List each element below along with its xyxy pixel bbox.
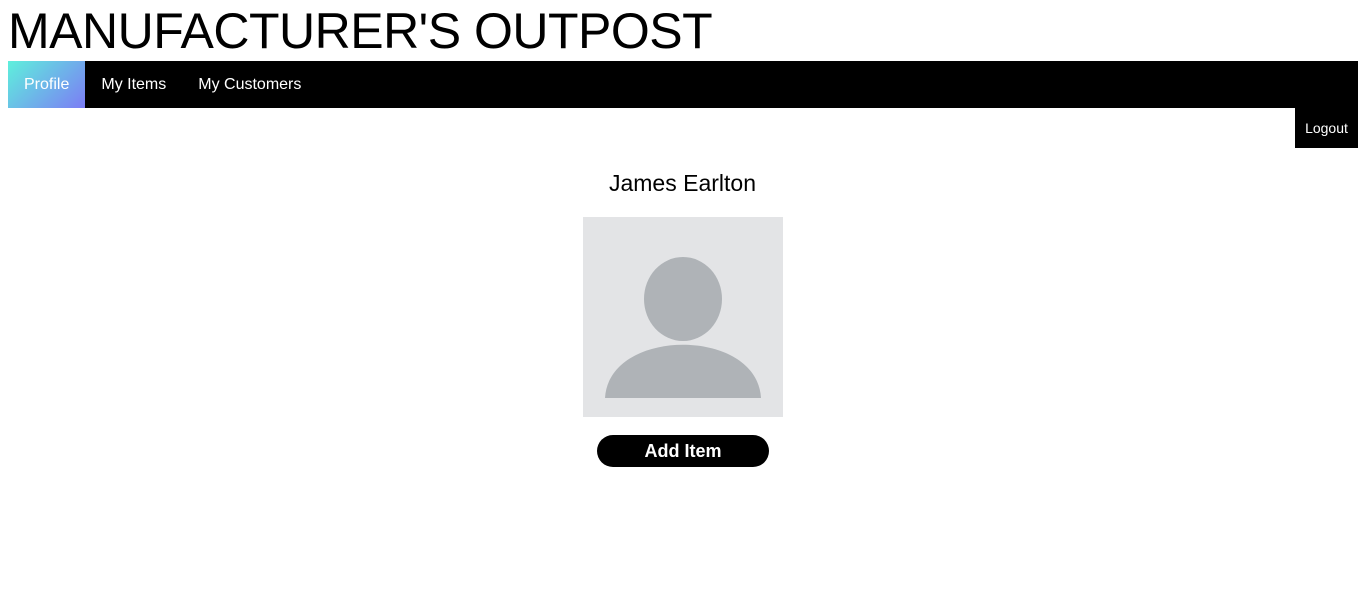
nav-tab-label: My Items <box>101 75 167 93</box>
avatar <box>583 217 783 417</box>
nav-tab-label: My Customers <box>198 75 302 93</box>
nav-tab-profile[interactable]: Profile <box>8 61 86 108</box>
nav-tab-my-customers[interactable]: My Customers <box>182 61 317 108</box>
logout-button[interactable]: Logout <box>1295 108 1358 148</box>
site-title: MANUFACTURER'S OUTPOST <box>8 3 713 59</box>
user-placeholder-icon <box>605 257 761 398</box>
profile-name: James Earlton <box>608 170 756 196</box>
nav-tab-label: Profile <box>24 75 70 93</box>
main-navbar: Profile My Items My Customers <box>8 61 1358 108</box>
nav-tab-my-items[interactable]: My Items <box>85 61 182 108</box>
add-item-button[interactable]: Add Item <box>597 435 769 467</box>
